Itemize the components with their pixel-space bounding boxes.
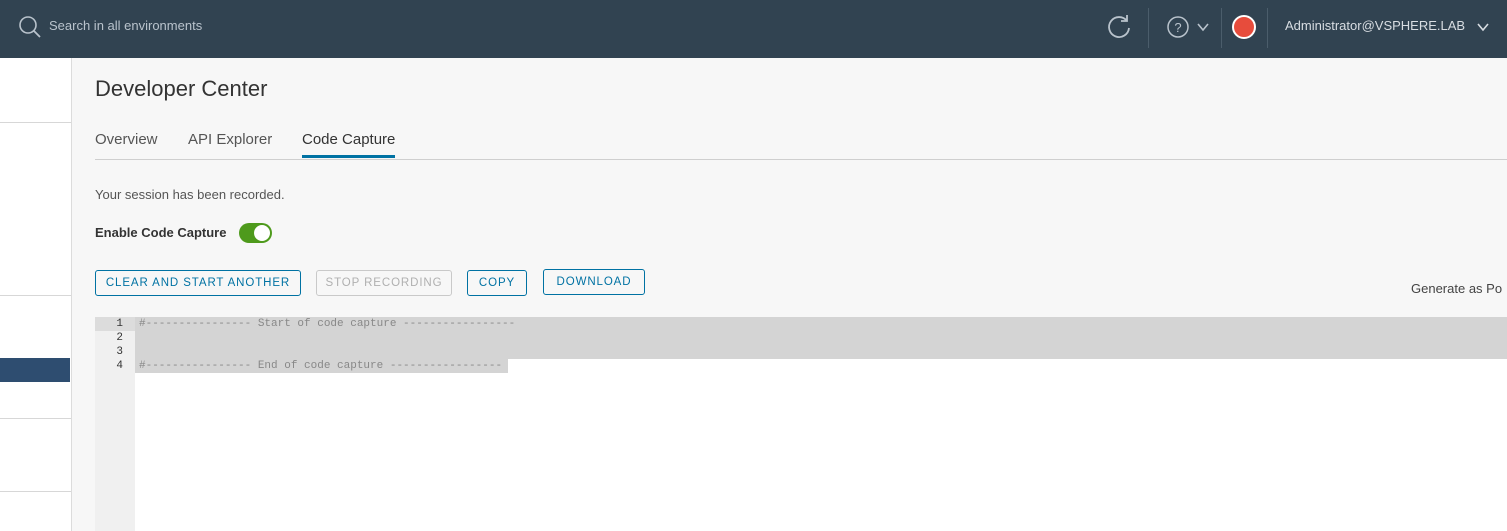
code-line: #---------------- End of code capture --… bbox=[139, 360, 503, 372]
clear-and-start-another-button[interactable]: CLEAR AND START ANOTHER bbox=[95, 270, 301, 296]
code-editor[interactable]: 1 2 3 4 #---------------- Start of code … bbox=[95, 317, 1507, 531]
toggle-knob bbox=[254, 225, 270, 241]
line-number: 1 bbox=[116, 318, 123, 330]
search-icon[interactable] bbox=[18, 15, 42, 39]
tab-code-capture[interactable]: Code Capture bbox=[302, 131, 395, 148]
search-input[interactable]: Search in all environments bbox=[49, 18, 202, 33]
active-tab-indicator bbox=[302, 155, 395, 158]
download-button[interactable]: DOWNLOAD bbox=[543, 269, 645, 295]
header-divider bbox=[1267, 8, 1268, 48]
session-message: Your session has been recorded. bbox=[95, 187, 285, 202]
sidebar-item-selected[interactable] bbox=[0, 358, 70, 382]
enable-code-capture-toggle[interactable] bbox=[239, 223, 272, 243]
svg-text:?: ? bbox=[1174, 20, 1181, 35]
record-indicator-icon[interactable] bbox=[1232, 15, 1256, 39]
chevron-down-icon[interactable] bbox=[1476, 20, 1490, 34]
tab-overview[interactable]: Overview bbox=[95, 131, 158, 148]
page-title: Developer Center bbox=[95, 76, 268, 101]
copy-button[interactable]: COPY bbox=[467, 270, 527, 296]
user-menu[interactable]: Administrator@VSPHERE.LAB bbox=[1285, 18, 1465, 33]
sidebar-divider bbox=[0, 295, 71, 296]
tab-bar: Overview API Explorer Code Capture bbox=[95, 122, 1507, 160]
header-divider bbox=[1148, 8, 1149, 48]
tab-api-explorer[interactable]: API Explorer bbox=[188, 131, 272, 148]
generate-as-label: Generate as Po bbox=[1411, 281, 1503, 296]
help-icon[interactable]: ? bbox=[1166, 15, 1190, 39]
top-header: Search in all environments ? Administrat… bbox=[0, 0, 1507, 58]
sidebar-divider bbox=[0, 491, 71, 492]
line-number: 3 bbox=[116, 346, 123, 358]
stop-recording-button[interactable]: STOP RECORDING bbox=[316, 270, 452, 296]
sidebar bbox=[0, 58, 72, 531]
toggle-label: Enable Code Capture bbox=[95, 225, 227, 240]
sidebar-divider bbox=[0, 122, 71, 123]
line-number: 2 bbox=[116, 332, 123, 344]
line-number: 4 bbox=[116, 360, 123, 372]
sidebar-divider bbox=[0, 418, 71, 419]
refresh-icon[interactable] bbox=[1105, 13, 1133, 41]
header-divider bbox=[1221, 8, 1222, 48]
chevron-down-icon[interactable] bbox=[1196, 20, 1210, 34]
code-line: #---------------- Start of code capture … bbox=[139, 318, 516, 330]
